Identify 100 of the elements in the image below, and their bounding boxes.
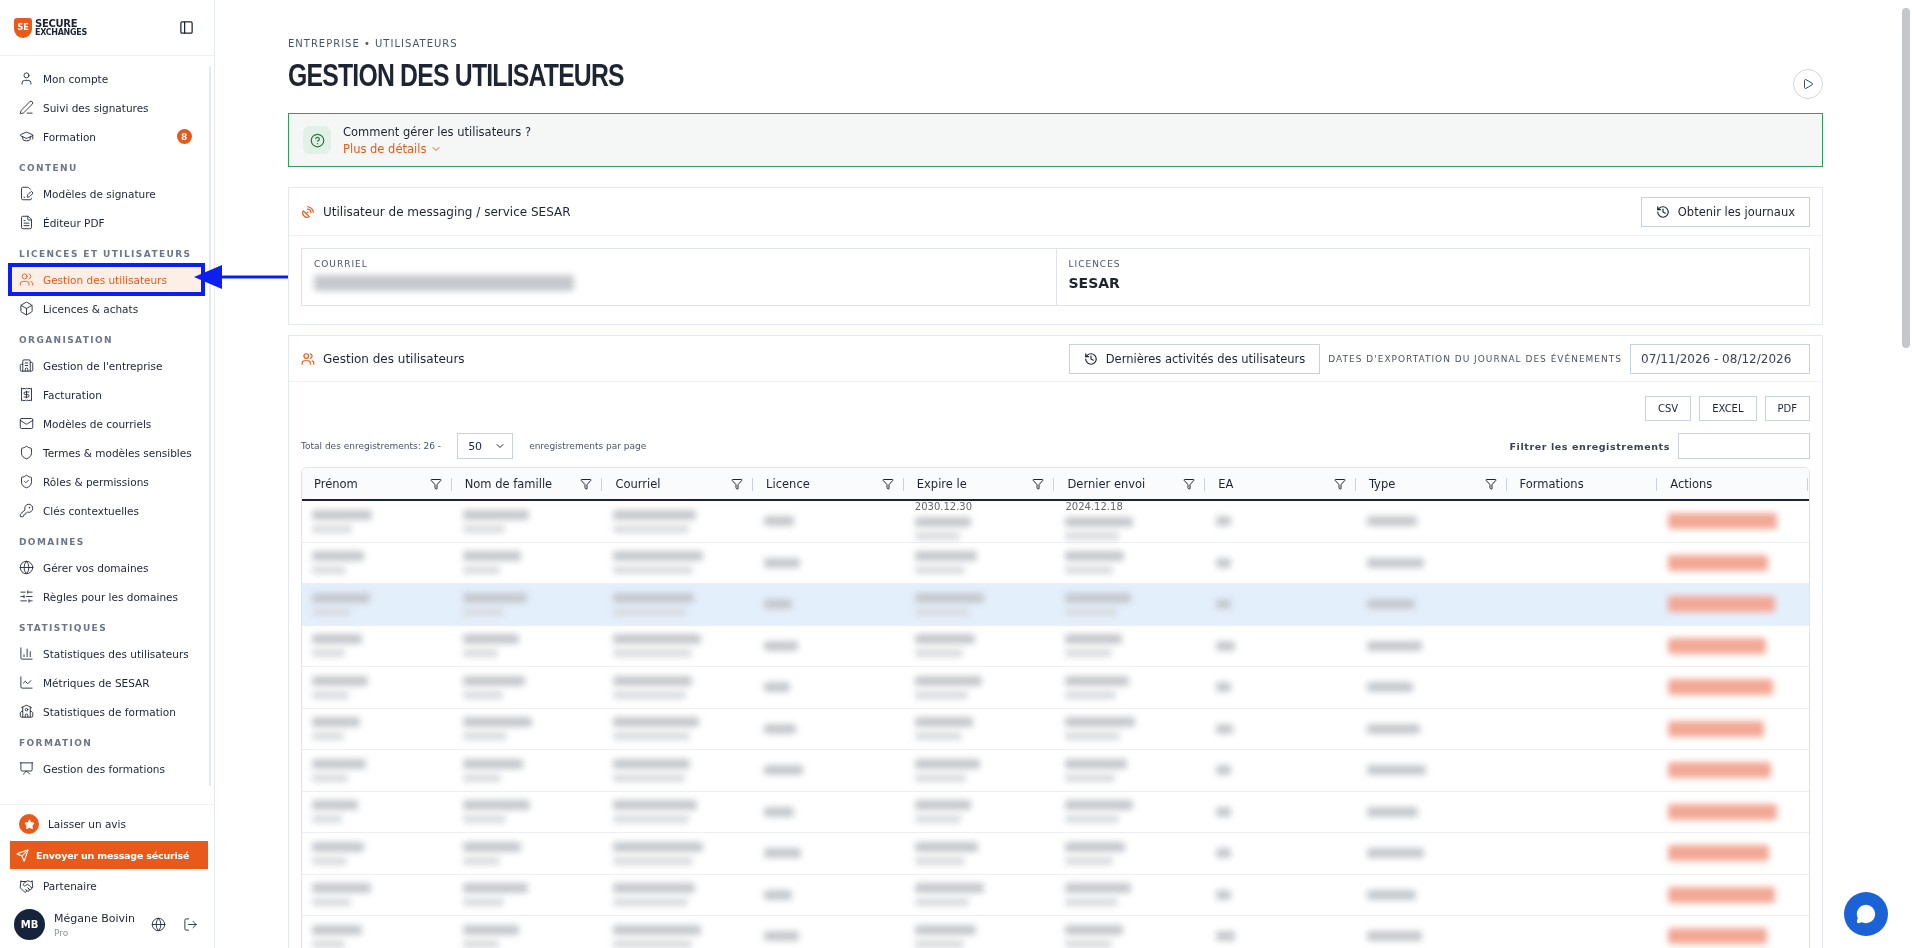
field-label: COURRIEL bbox=[314, 259, 369, 269]
redacted-text bbox=[1065, 856, 1114, 865]
sidebar-item[interactable]: Termes & modèles sensibles bbox=[10, 438, 201, 467]
column-header[interactable]: Nom de famille bbox=[452, 468, 604, 499]
column-header[interactable]: Type bbox=[1356, 468, 1508, 499]
play-button[interactable] bbox=[1793, 69, 1823, 99]
user-avatar[interactable]: MB bbox=[14, 909, 45, 940]
column-header[interactable]: Formations bbox=[1507, 468, 1659, 499]
redacted-text bbox=[312, 509, 372, 520]
filter-icon[interactable] bbox=[429, 477, 442, 490]
bar-chart-icon bbox=[19, 646, 34, 661]
satellite-dish-icon bbox=[301, 204, 315, 219]
item-label: Gestion des formations bbox=[43, 762, 165, 775]
sidebar-toggle-icon[interactable] bbox=[179, 20, 194, 35]
column-header[interactable]: Actions bbox=[1658, 468, 1809, 499]
sidebar-item[interactable]: Modèles de signature bbox=[10, 179, 201, 208]
redacted-text bbox=[1065, 815, 1120, 824]
review-link[interactable]: Laisser un avis bbox=[10, 811, 208, 837]
recent-activity-button[interactable]: Dernières activités des utilisateurs bbox=[1068, 343, 1321, 374]
sidebar-item[interactable]: Éditeur PDF bbox=[10, 208, 201, 237]
chat-button[interactable] bbox=[1844, 892, 1888, 936]
play-icon bbox=[1802, 78, 1814, 90]
sidebar-item[interactable]: Licences & achats bbox=[10, 294, 201, 323]
scrollbar[interactable] bbox=[1902, 8, 1910, 348]
redacted-text bbox=[914, 532, 961, 541]
get-logs-button[interactable]: Obtenir les journaux bbox=[1640, 196, 1810, 227]
sidebar-item[interactable]: Facturation bbox=[10, 380, 201, 409]
redacted-text bbox=[914, 566, 965, 575]
redacted-text bbox=[462, 939, 499, 948]
redacted-text bbox=[914, 649, 964, 658]
export-button[interactable]: PDF bbox=[1764, 396, 1810, 421]
filter-icon[interactable] bbox=[1032, 477, 1045, 490]
filter-icon[interactable] bbox=[1333, 477, 1346, 490]
sliders-icon bbox=[19, 589, 34, 604]
redacted-text bbox=[914, 551, 978, 562]
sidebar-item[interactable]: Gérer vos domaines bbox=[10, 553, 201, 582]
filter-icon[interactable] bbox=[731, 477, 744, 490]
sidebar-item[interactable]: Règles pour les domaines bbox=[10, 582, 201, 611]
shield-icon bbox=[19, 445, 34, 460]
redacted-text bbox=[764, 557, 801, 568]
redacted-text bbox=[1366, 723, 1420, 734]
sidebar-item[interactable]: Clés contextuelles bbox=[10, 496, 201, 525]
count-badge: 8 bbox=[176, 129, 192, 144]
globe-icon[interactable] bbox=[151, 917, 166, 932]
redacted-text bbox=[914, 856, 966, 865]
export-button[interactable]: CSV bbox=[1645, 396, 1692, 421]
logout-icon[interactable] bbox=[183, 917, 198, 932]
section-heading: STATISTIQUES bbox=[18, 622, 109, 635]
partner-link[interactable]: Partenaire bbox=[10, 873, 208, 899]
redacted-text bbox=[1366, 848, 1425, 859]
table-row[interactable]: 2030.12.30 2024.12.18 bbox=[302, 501, 1809, 543]
filter-icon[interactable] bbox=[1484, 477, 1497, 490]
send-icon bbox=[16, 848, 29, 862]
sidebar-item[interactable]: Gestion des formations bbox=[10, 754, 201, 783]
sidebar-item[interactable]: Statistiques de formation bbox=[10, 697, 201, 726]
filter-icon[interactable] bbox=[881, 477, 894, 490]
date-range-field[interactable]: 07/11/2026 - 08/12/2026 bbox=[1630, 343, 1810, 374]
send-message-button[interactable]: Envoyer un message sécurisé bbox=[10, 841, 208, 869]
redacted-text bbox=[914, 841, 978, 852]
sidebar-item[interactable]: Suivi des signatures bbox=[10, 93, 201, 122]
sidebar-item[interactable]: Rôles & permissions bbox=[10, 467, 201, 496]
filter-icon[interactable] bbox=[580, 477, 593, 490]
item-label: Licences & achats bbox=[43, 302, 139, 315]
redacted-text bbox=[914, 634, 976, 645]
redacted-text bbox=[914, 924, 976, 935]
redacted-text bbox=[914, 517, 971, 528]
column-header[interactable]: EA bbox=[1206, 468, 1357, 499]
sidebar-item[interactable]: Mon compte bbox=[10, 64, 201, 93]
column-header[interactable]: Courriel bbox=[603, 468, 755, 499]
box-icon bbox=[19, 301, 34, 316]
sidebar-item[interactable]: Modèles de courriels bbox=[10, 409, 201, 438]
column-header[interactable]: Prénom bbox=[302, 468, 453, 499]
redacted-text bbox=[1065, 634, 1123, 645]
section-heading: DOMAINES bbox=[18, 536, 86, 549]
redacted-text bbox=[914, 732, 963, 741]
column-header[interactable]: Licence bbox=[754, 468, 905, 499]
column-header[interactable]: Expire le bbox=[904, 468, 1056, 499]
filter-field[interactable] bbox=[1678, 433, 1810, 459]
column-header[interactable]: Dernier envoi bbox=[1055, 468, 1207, 499]
item-label: Gérer vos domaines bbox=[43, 561, 149, 574]
sidebar-item[interactable]: Formation 8 bbox=[10, 122, 201, 151]
redacted-text bbox=[462, 675, 526, 686]
redacted-text bbox=[462, 841, 522, 852]
redacted-text bbox=[1366, 516, 1418, 527]
redacted-text bbox=[1216, 806, 1232, 817]
redacted-text bbox=[312, 939, 346, 948]
redacted-text bbox=[1065, 690, 1117, 699]
page-size-select[interactable]: 50 bbox=[457, 433, 514, 459]
sidebar-item[interactable]: Statistiques des utilisateurs bbox=[10, 639, 201, 668]
sidebar-item[interactable]: Gestion de l'entreprise bbox=[10, 351, 201, 380]
export-button[interactable]: EXCEL bbox=[1699, 396, 1757, 421]
redacted-text bbox=[764, 848, 801, 859]
filter-icon[interactable] bbox=[1183, 477, 1196, 490]
item-label: Métriques de SESAR bbox=[43, 676, 150, 689]
sidebar-item[interactable]: Métriques de SESAR bbox=[10, 668, 201, 697]
redacted-text bbox=[1065, 532, 1119, 541]
redacted-text bbox=[462, 856, 500, 865]
pen-icon bbox=[19, 100, 34, 115]
redacted-text bbox=[764, 640, 799, 651]
redacted-text bbox=[312, 551, 364, 562]
